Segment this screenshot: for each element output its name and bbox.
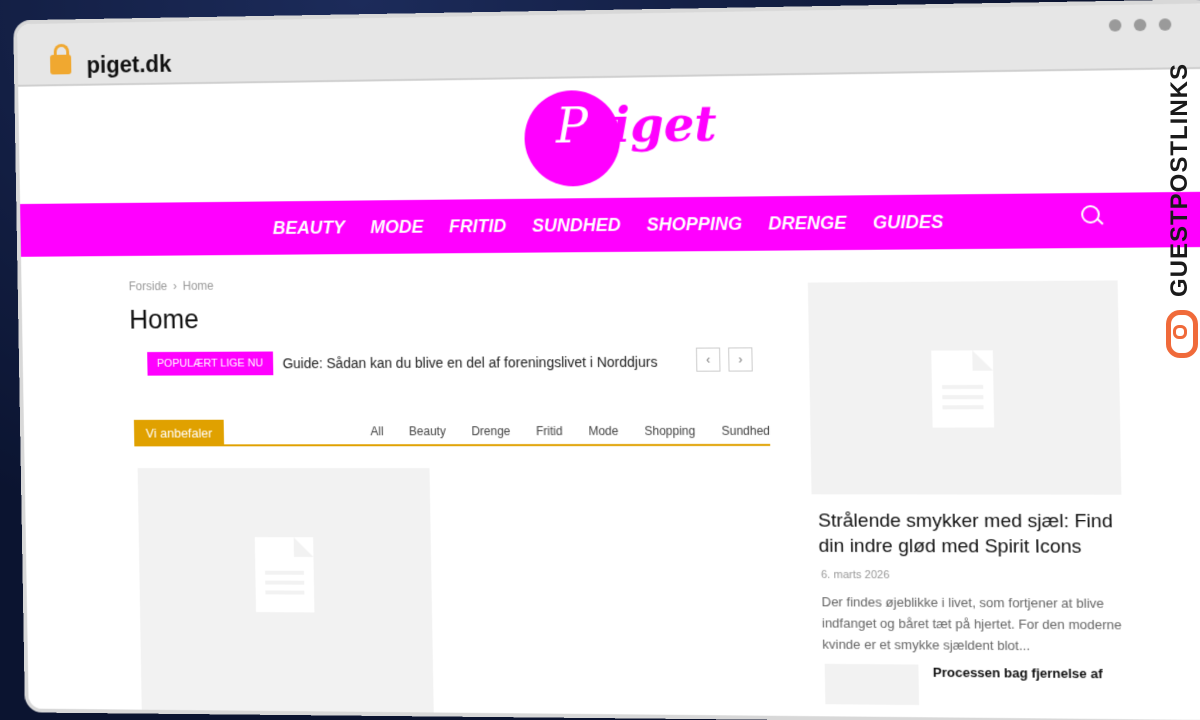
trending-headline[interactable]: Guide: Sådan kan du blive en del af fore… <box>282 354 657 371</box>
breadcrumb: Forside › Home <box>129 279 214 293</box>
address-bar-url[interactable]: piget.dk <box>86 51 171 79</box>
next-article-thumbnail[interactable] <box>824 663 920 706</box>
recommend-block-header: Vi anbefaler All Beauty Drenge Fritid Mo… <box>133 417 771 447</box>
window-dot-icon[interactable] <box>1158 18 1172 31</box>
filter-tab-mode[interactable]: Mode <box>588 424 618 438</box>
recommend-label: Vi anbefaler <box>133 419 225 447</box>
web-page: P iget BEAUTY MODE FRITID SUNDHED SHOPPI… <box>18 68 1200 720</box>
search-icon[interactable] <box>1081 205 1100 224</box>
filter-tab-shopping[interactable]: Shopping <box>644 424 695 438</box>
filter-tab-drenge[interactable]: Drenge <box>471 424 510 438</box>
nav-item-guides[interactable]: GUIDES <box>873 211 944 233</box>
breadcrumb-current: Home <box>182 278 214 293</box>
site-logo[interactable]: P iget <box>523 87 786 190</box>
filter-tab-fritid[interactable]: Fritid <box>536 424 563 438</box>
lock-icon <box>50 54 72 75</box>
featured-article-excerpt: Der findes øjeblikke i livet, som fortje… <box>821 594 1122 654</box>
filter-tab-all[interactable]: All <box>370 424 383 438</box>
filter-tab-sundhed[interactable]: Sundhed <box>721 424 770 438</box>
document-placeholder-icon <box>254 537 315 613</box>
main-nav: BEAUTY MODE FRITID SUNDHED SHOPPING DREN… <box>20 191 1200 257</box>
article-thumbnail[interactable] <box>137 468 434 717</box>
filter-tab-beauty[interactable]: Beauty <box>409 424 446 438</box>
window-dot-icon[interactable] <box>1133 18 1147 32</box>
next-article-title[interactable]: Processen bag fjernelse af <box>933 665 1103 682</box>
window-controls <box>1108 18 1172 32</box>
browser-window: piget.dk P iget BEAUTY MODE FRITID SUNDH… <box>17 3 1200 720</box>
nav-item-mode[interactable]: MODE <box>370 216 423 237</box>
featured-article-title[interactable]: Strålende smykker med sjæl: Find din ind… <box>818 508 1127 560</box>
trending-badge: POPULÆRT LIGE NU <box>147 351 273 376</box>
guestpostlinks-badge: GUESTPOSTLINKS <box>1158 56 1198 358</box>
prev-arrow-icon[interactable]: ‹ <box>695 347 721 372</box>
featured-article-date: 6. marts 2026 <box>820 568 890 582</box>
breadcrumb-home[interactable]: Forside <box>129 279 168 293</box>
logo-initial: P <box>555 98 589 155</box>
next-arrow-icon[interactable]: › <box>728 347 753 372</box>
featured-thumbnail[interactable] <box>807 280 1122 495</box>
chain-link-icon <box>1166 310 1198 358</box>
guestpostlinks-text: GUESTPOSTLINKS <box>1166 62 1193 298</box>
logo-text: iget <box>611 96 718 154</box>
document-placeholder-icon <box>931 350 995 428</box>
recommend-filter-tabs: All Beauty Drenge Fritid Mode Shopping S… <box>370 424 770 439</box>
nav-item-fritid[interactable]: FRITID <box>449 215 507 236</box>
window-dot-icon[interactable] <box>1108 19 1122 32</box>
nav-item-drenge[interactable]: DRENGE <box>768 212 846 234</box>
nav-item-beauty[interactable]: BEAUTY <box>273 217 346 238</box>
nav-item-shopping[interactable]: SHOPPING <box>646 213 742 235</box>
trending-bar: POPULÆRT LIGE NU Guide: Sådan kan du bli… <box>147 350 658 376</box>
page-title: Home <box>129 304 199 335</box>
trending-arrows: ‹ › <box>695 347 753 372</box>
breadcrumb-separator: › <box>172 279 178 293</box>
nav-item-sundhed[interactable]: SUNDHED <box>532 214 621 236</box>
